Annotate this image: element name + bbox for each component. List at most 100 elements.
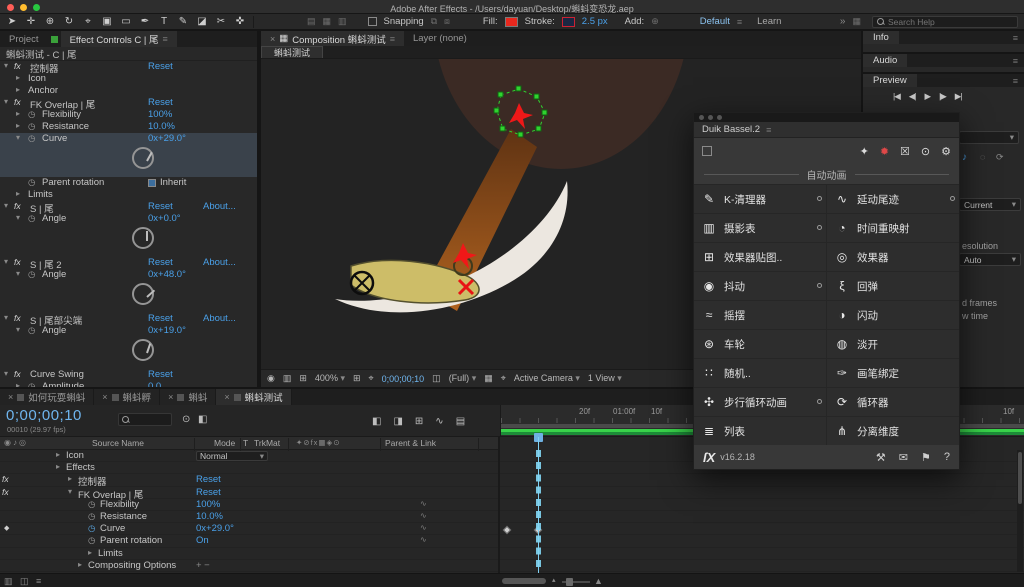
duik-button[interactable]: ◔ 时间重映射 [827,214,959,242]
loop-icon[interactable]: ⟳ [996,152,1004,163]
zoom-slider-knob[interactable] [566,578,573,586]
timeline-tab[interactable]: × 如何玩耍蝌蚪 [0,389,95,405]
row-fk-overlap-effect[interactable]: fx ▾ FK Overlap | 尾 Reset [0,487,1024,501]
mask-visibility-icon[interactable]: ⌖ [369,373,374,384]
wrench-icon[interactable]: ⚒ [876,451,886,464]
maximize-window-button[interactable] [717,115,722,120]
stopwatch-icon[interactable]: ◷ [28,269,35,280]
help-search-input[interactable] [888,16,998,27]
automation-icon[interactable]: ✹ [880,145,889,158]
prop-value[interactable]: 100% [148,109,172,120]
duik-button[interactable]: ◎ 效果器 [827,243,959,271]
about-link[interactable]: About... [203,201,236,212]
inherit-checkbox[interactable] [148,178,156,187]
tab-layer[interactable]: Layer (none) [404,31,476,46]
prop-row-angle-3[interactable]: ▾ ◷ Angle 0x+19.0° [0,325,257,337]
close-icon[interactable]: × [224,392,229,402]
option-dot[interactable] [950,196,955,201]
include-overlays-icon[interactable]: ◌ [980,152,985,162]
row-flexibility[interactable]: ◷ Flexibility 100% ∿ [0,499,1024,511]
group-row-anchor[interactable]: ▸ Anchor [0,85,257,97]
prop-row-angle-1[interactable]: ▾ ◷ Angle 0x+0.0° [0,213,257,225]
brush-tool-icon[interactable]: ✎ [177,16,189,27]
angle-dial[interactable] [132,339,154,361]
transport-button[interactable]: ▶| [955,91,963,102]
roto-brush-tool-icon[interactable]: ✂ [215,16,227,27]
reset-link[interactable]: Reset [148,313,173,324]
orbit-tool-icon[interactable]: ↻ [63,16,75,27]
camera-select[interactable]: Active Camera ▾ [514,373,580,384]
duik-button[interactable]: ≣ 列表 [694,417,826,445]
report-icon[interactable]: ⚑ [921,451,931,464]
duik-button[interactable]: ▥ 摄影表 [694,214,826,242]
prop-value[interactable]: 100% [196,499,220,510]
panel-menu-icon[interactable]: ≡ [1013,56,1024,66]
duik-button[interactable]: ≈ 摇摆 [694,301,826,329]
effect-row-curve-swing[interactable]: ▾ fx Curve Swing Reset [0,369,257,381]
prop-value[interactable]: 0x+48.0° [148,269,186,280]
play-from-select[interactable]: Current ▾ [959,198,1021,211]
reset-link[interactable]: Reset [148,369,173,380]
selection-tool-icon[interactable]: ➤ [6,16,18,27]
stopwatch-icon[interactable]: ◷ [88,523,95,534]
tab-preview[interactable]: Preview [863,74,917,87]
tab-audio[interactable]: Audio [863,54,908,67]
timeline-vertical-scrollbar[interactable] [1017,450,1023,572]
close-window-button[interactable] [699,115,704,120]
column-trkmat[interactable]: TrkMat [254,438,280,448]
duik-button[interactable]: ⟳ 循环器 [827,388,959,416]
expand-in-out-button[interactable]: ≡ [36,576,41,586]
motion-blur-icon[interactable]: ∿ [435,416,443,427]
zoom-tool-icon[interactable]: ⊕ [44,16,56,27]
viewer-subtab[interactable]: 蝌蚪测试 [261,46,324,58]
effect-row-s1[interactable]: ▾ fx S | 尾 Reset About... [0,201,257,215]
draft3d-icon[interactable]: ◨ [393,416,402,427]
tab-effect-controls[interactable]: Effect Controls C | 尾 ≡ [60,31,177,47]
angle-dial[interactable] [132,147,154,169]
close-icon[interactable]: × [8,392,13,402]
tab-composition[interactable]: × ▦ Composition 蝌蚪测试 ≡ [261,31,404,46]
duik-button[interactable]: ✣ 步行循环动画 [694,388,826,416]
add-remove-buttons[interactable]: + − [196,560,210,571]
composition-mini-flowchart-icon[interactable]: ⊙ [182,414,190,425]
panel-divider[interactable] [498,437,500,573]
zoom-out-icon[interactable]: ▴ [552,576,556,584]
reset-link[interactable]: Reset [148,97,173,108]
add-label[interactable]: Add: [625,16,645,27]
duik-select-checkbox[interactable] [702,146,712,156]
shape-tool-icon[interactable]: ▭ [120,16,132,27]
angle-dial[interactable] [132,283,156,305]
stopwatch-icon[interactable]: ◷ [28,213,35,224]
prop-value[interactable]: 0x+19.0° [148,325,186,336]
stopwatch-icon[interactable]: ◷ [28,133,35,144]
timeline-tab[interactable]: × 蝌蚪测试 [216,389,292,405]
workspace-menu-icon[interactable]: ≡ [737,17,742,27]
expand-layer-switches-button[interactable]: ▥ [4,576,13,587]
comp-flowchart-icon[interactable]: ◧ [372,416,381,427]
clone-stamp-tool-icon[interactable]: ◪ [196,16,208,27]
transport-button[interactable]: ▶ [925,91,931,102]
stroke-color-swatch[interactable] [561,16,575,27]
zoom-in-icon[interactable]: ▲ [594,576,603,586]
close-icon[interactable]: × [168,392,173,402]
prop-value[interactable]: 0x+29.0° [148,133,186,144]
option-dot[interactable] [817,399,822,404]
snapshot-icon[interactable]: ◫ [432,373,441,384]
panel-menu-icon[interactable]: ≡ [390,34,395,44]
duik-button[interactable]: ⊛ 车轮 [694,330,826,358]
transport-button[interactable]: |◀ [893,91,901,102]
effect-row-fk-overlap[interactable]: ▾ fx FK Overlap | 尾 Reset [0,97,257,111]
expand-transfer-controls-button[interactable]: ◫ [20,576,29,587]
column-source-name[interactable]: Source Name [92,438,144,448]
prop-row-parent-rotation[interactable]: ◷ Parent rotation Inherit [0,177,257,189]
angle-dial[interactable] [132,227,154,249]
duik-button[interactable]: ◉ 抖动 [694,272,826,300]
keyframe-navigator-icon[interactable]: ◆ [4,524,9,532]
workspace-bar-icon[interactable]: ▦ [852,16,861,27]
prop-value[interactable]: 10.0% [196,511,223,522]
graph-icon[interactable]: ∿ [420,511,427,520]
duik-button[interactable]: ξ 回弹 [827,272,959,300]
stopwatch-icon[interactable]: ◷ [88,499,95,510]
prop-value[interactable]: 0x+0.0° [148,213,181,224]
include-audio-icon[interactable]: ♪ [962,152,967,163]
